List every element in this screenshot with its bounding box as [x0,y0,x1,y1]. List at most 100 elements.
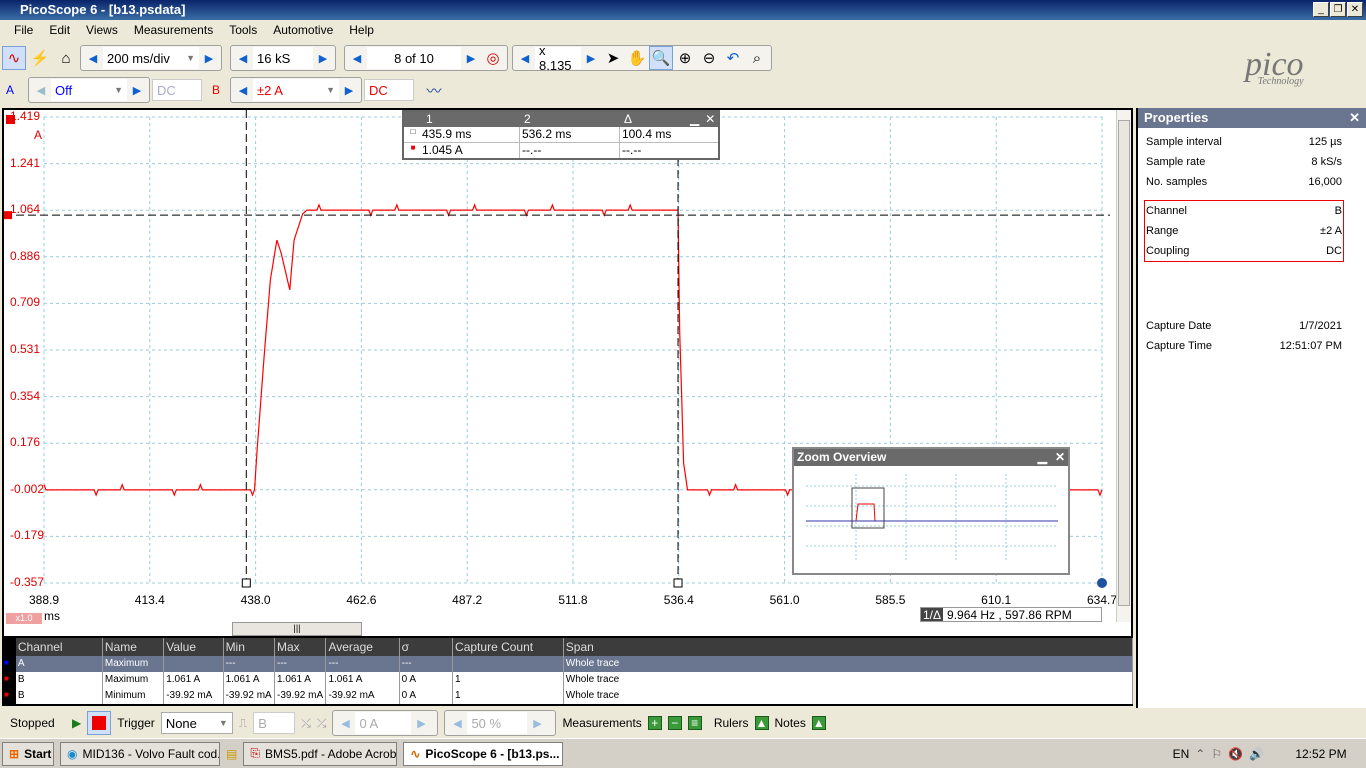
measurement-cell: Min [224,638,275,656]
restore-button[interactable]: ❐ [1330,2,1346,17]
zoom-to-fit-icon[interactable]: ⌕ [745,46,769,70]
coupling-a-select[interactable]: DC [152,79,202,101]
remove-measurement-icon[interactable]: − [667,716,682,730]
picoscope-icon: ∿ [410,746,421,761]
task-bms5-pdf[interactable]: ⎘ BMS5.pdf - Adobe Acrob... [243,741,398,766]
pointer-icon[interactable]: ➤ [601,46,625,70]
menu-views[interactable]: Views [78,20,126,40]
run-icon[interactable]: ▶ [72,716,81,730]
buffer-next[interactable]: ▶ [461,47,481,69]
measurement-cell: 1.061 A [326,672,400,688]
stop-button[interactable] [87,711,112,735]
zoom-area-icon[interactable]: 🔍 [649,46,673,70]
pretrigger-field[interactable]: 50 % [467,712,528,734]
falling-edge-icon[interactable]: ⤰ [317,716,327,731]
signal-generator-icon[interactable]: 〰 [422,78,446,102]
threshold-field[interactable]: 0 A [355,712,412,734]
zoom-field[interactable]: x 8.135 [535,43,581,73]
zoom-overview-panel[interactable]: Zoom Overview ▁ ✕ [792,447,1070,575]
range-a-prev[interactable]: ◀ [31,79,51,101]
property-row: Capture Date 1/7/2021 [1146,320,1342,332]
range-b-value: ±2 A [257,82,283,98]
tray-icons[interactable]: ⌃⚐🔇🔊 [1195,747,1270,761]
menu-edit[interactable]: Edit [41,20,78,40]
close-icon[interactable]: ✕ [705,112,715,127]
menu-measurements[interactable]: Measurements [126,20,221,40]
minimize-icon[interactable]: ▁ [1038,450,1047,465]
zoom-overview-graph[interactable] [794,466,1068,573]
zoom-prev[interactable]: ◀ [515,47,535,69]
threshold-next[interactable]: ▶ [411,712,431,734]
channel-a-button[interactable]: A [2,83,26,97]
window-title: PicoScope 6 - [b13.psdata] [20,2,186,17]
range-a-select[interactable]: Off ▼ [51,79,127,101]
buffer-navigator-icon[interactable]: ◎ [481,46,505,70]
pico-logo: pico Technology [1245,46,1304,87]
minimize-icon[interactable]: ▁ [690,112,699,127]
measurements-table[interactable]: Channel Name Value Min Max Average σ Capture Co… [2,638,1133,706]
chevron-down-icon: ▼ [114,85,123,95]
measurement-row[interactable]: ■ B Minimum -39.92 mA -39.92 mA -39.92 mA -39.… [2,688,1133,704]
minimize-button[interactable]: _ [1313,2,1329,17]
auto-setup-icon[interactable]: ⚡ [28,46,52,70]
trigger-type-icon[interactable]: ⎍ [239,716,247,731]
rulers-toggle-icon[interactable]: ▲ [754,716,769,730]
vertical-scrollbar[interactable] [1116,110,1131,622]
timebase-next[interactable]: ▶ [199,47,219,69]
start-label: Start [24,746,52,761]
edit-measurement-icon[interactable]: ≡ [687,716,702,730]
scope-view[interactable]: A 1.419 1.241 1.064 0.886 0.709 0.531 0.354 0.1… [2,108,1133,638]
samples-next[interactable]: ▶ [313,47,333,69]
channel-b-button[interactable]: B [204,83,228,97]
range-b-next[interactable]: ▶ [339,79,359,101]
menu-automotive[interactable]: Automotive [265,20,341,40]
close-icon[interactable]: ✕ [1055,450,1065,465]
range-a-next[interactable]: ▶ [127,79,147,101]
measurement-row[interactable]: ■ A Maximum --- --- --- --- Whole trace [2,656,1133,672]
explorer-icon[interactable]: ▤ [226,747,237,761]
menu-tools[interactable]: Tools [221,20,265,40]
add-measurement-icon[interactable]: + [647,716,662,730]
language-indicator[interactable]: EN [1173,747,1190,761]
horizontal-scrollbar-thumb[interactable]: ||| [232,622,362,636]
zoom-next[interactable]: ▶ [581,47,601,69]
task-picoscope[interactable]: ∿ PicoScope 6 - [b13.ps... [403,741,564,766]
undo-zoom-icon[interactable]: ↶ [721,46,745,70]
rising-edge-icon[interactable]: ⤯ [301,716,311,731]
close-icon[interactable]: ✕ [1349,110,1360,126]
timebase-select[interactable]: 200 ms/div ▼ [103,47,199,69]
ruler-header-1: 1 [426,112,433,126]
menu-file[interactable]: File [6,20,41,40]
properties-panel: Properties ✕ Sample interval 125 µs Sample … [1136,108,1366,708]
range-b-prev[interactable]: ◀ [233,79,253,101]
measurement-cell: Whole trace [564,672,1133,688]
measurement-row[interactable]: ■ B Maximum 1.061 A 1.061 A 1.061 A 1.061 A0 A… [2,672,1133,688]
notes-label: Notes [774,716,806,730]
samples-prev[interactable]: ◀ [233,47,253,69]
scope-mode-icon[interactable]: ∿ [2,46,26,70]
range-b-select[interactable]: ±2 A ▼ [253,79,339,101]
menu-help[interactable]: Help [341,20,382,40]
zoom-badge: x1.0 [6,613,42,624]
notes-toggle-icon[interactable]: ▲ [811,716,826,730]
close-button[interactable]: ✕ [1347,2,1363,17]
pretrigger-prev[interactable]: ◀ [447,712,467,734]
threshold-prev[interactable]: ◀ [335,712,355,734]
task-mid136[interactable]: ◉ MID136 - Volvo Fault cod... [60,741,220,766]
hand-icon[interactable]: ✋ [625,46,649,70]
vertical-scrollbar-thumb[interactable] [1118,120,1130,606]
zoom-in-icon[interactable]: ⊕ [673,46,697,70]
home-icon[interactable]: ⌂ [54,46,78,70]
pretrigger-next[interactable]: ▶ [527,712,547,734]
trigger-channel-select[interactable]: B [253,712,296,734]
timebase-prev[interactable]: ◀ [83,47,103,69]
samples-field[interactable]: 16 kS [253,47,313,69]
coupling-b-select[interactable]: DC [364,79,414,101]
buffer-field[interactable]: 8 of 10 [367,47,461,69]
buffer-prev[interactable]: ◀ [347,47,367,69]
zoom-out-icon[interactable]: ⊖ [697,46,721,70]
trigger-mode-select[interactable]: None ▼ [160,712,233,734]
measurements-header[interactable]: Channel Name Value Min Max Average σ Capture Co… [2,638,1133,656]
time-ruler-handle-1 [241,578,251,588]
start-button[interactable]: ⊞ Start [2,741,54,766]
